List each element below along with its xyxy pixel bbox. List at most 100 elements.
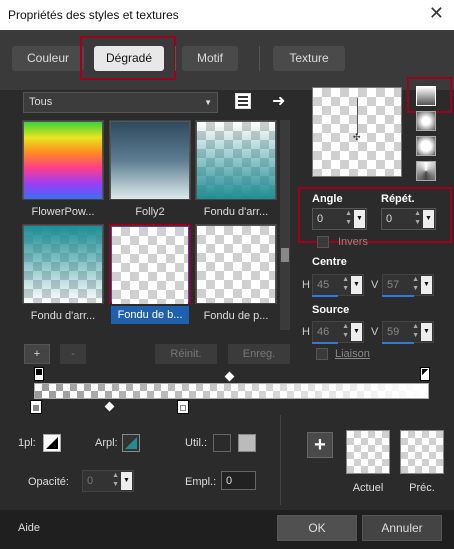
top-stop-right[interactable] — [420, 367, 430, 381]
tab-couleur[interactable]: Couleur — [12, 46, 84, 71]
arpl-color-swatch[interactable] — [122, 434, 140, 452]
gradient-grid: FlowerPow... Folly2 Fondu d'arr... Fondu… — [22, 120, 277, 330]
chevron-down-icon[interactable]: ▼ — [342, 285, 349, 292]
util-label: Util.: — [185, 437, 207, 449]
empl-label: Empl.: — [185, 476, 217, 488]
linear-type-icon[interactable] — [416, 86, 436, 106]
chevron-down-icon[interactable]: ▼ — [412, 332, 419, 339]
center-v-value: 57 — [387, 279, 400, 291]
center-v-stepper[interactable]: 57 ▲ ▼ ▼ — [382, 274, 434, 296]
gradient-tile[interactable]: FlowerPow... — [22, 120, 104, 218]
footer: Aide OK Annuler — [0, 510, 454, 549]
gradient-label: Fondu de b... — [111, 306, 189, 324]
chevron-down-icon[interactable]: ▼ — [354, 210, 365, 228]
chevron-up-icon[interactable]: ▲ — [345, 210, 352, 217]
scrollbar-thumb[interactable] — [281, 248, 289, 262]
divider — [280, 415, 281, 505]
invert-label: Invers — [338, 236, 368, 248]
sunburst-type-icon[interactable] — [416, 161, 436, 181]
source-v-slider[interactable] — [382, 342, 414, 344]
tab-bar: Couleur Dégradé Motif Texture — [0, 30, 454, 90]
chevron-up-icon[interactable]: ▲ — [412, 276, 419, 283]
center-h-stepper[interactable]: 45 ▲ ▼ ▼ — [312, 274, 364, 296]
previous-preview[interactable] — [400, 430, 444, 474]
chevron-up-icon[interactable]: ▲ — [342, 323, 349, 330]
angle-stepper[interactable]: 0 ▲ ▼ ▼ — [312, 208, 367, 230]
chevron-down-icon[interactable]: ▼ — [342, 332, 349, 339]
tab-degrade[interactable]: Dégradé — [94, 46, 164, 71]
opacity-label: Opacité: — [28, 476, 69, 488]
rectangular-type-icon[interactable] — [416, 111, 436, 131]
gradient-tile[interactable]: Folly2 — [109, 120, 191, 218]
grid-scrollbar[interactable] — [280, 120, 290, 330]
radial-type-icon[interactable] — [416, 136, 436, 156]
bottom-stop-right[interactable] — [177, 400, 189, 414]
chevron-up-icon[interactable]: ▲ — [342, 276, 349, 283]
source-v-stepper[interactable]: 59 ▲ ▼ ▼ — [382, 321, 434, 343]
ok-button[interactable]: OK — [277, 515, 357, 541]
source-h-slider[interactable] — [312, 342, 338, 344]
util-swatch-2[interactable] — [238, 434, 256, 452]
add-gradient-button[interactable]: + — [24, 344, 50, 364]
center-h-slider[interactable] — [312, 295, 338, 297]
opacity-stepper[interactable]: 0 ▲ ▼ ▼ — [82, 470, 134, 492]
gradient-tile[interactable]: Fondu d'arr... — [195, 120, 277, 218]
source-v-label: V — [371, 326, 379, 338]
gradient-preview-large[interactable]: ✣ — [312, 87, 402, 177]
chevron-up-icon[interactable]: ▲ — [414, 210, 421, 217]
gradient-tile[interactable]: Fondu de p... — [195, 224, 277, 322]
chevron-down-icon[interactable]: ▼ — [345, 219, 352, 226]
chevron-down-icon[interactable]: ▼ — [351, 323, 362, 341]
save-button[interactable]: Enreg. — [228, 344, 290, 364]
remove-gradient-button[interactable]: - — [60, 344, 86, 364]
center-h-value: 45 — [317, 279, 330, 291]
pl-color-swatch[interactable] — [43, 434, 61, 452]
chevron-down-icon[interactable]: ▼ — [421, 323, 432, 341]
source-h-stepper[interactable]: 46 ▲ ▼ ▼ — [312, 321, 364, 343]
tab-texture[interactable]: Texture — [273, 46, 345, 71]
arrow-right-icon[interactable]: ➜ — [272, 91, 285, 111]
close-icon[interactable]: ✕ — [429, 3, 444, 24]
link-checkbox[interactable] — [316, 348, 328, 360]
empl-field[interactable]: 0 — [221, 471, 256, 490]
help-link[interactable]: Aide — [18, 522, 40, 534]
browse-icon[interactable] — [235, 93, 251, 109]
current-preview[interactable] — [346, 430, 390, 474]
add-to-swatches-button[interactable]: + — [307, 432, 333, 458]
center-label: Centre — [312, 256, 347, 268]
tab-divider — [175, 46, 176, 71]
chevron-down-icon[interactable]: ▼ — [121, 472, 132, 490]
chevron-down-icon[interactable]: ▼ — [112, 481, 119, 488]
current-label: Actuel — [352, 482, 384, 494]
chevron-up-icon[interactable]: ▲ — [412, 323, 419, 330]
chevron-up-icon[interactable]: ▲ — [112, 472, 119, 479]
cancel-button[interactable]: Annuler — [362, 515, 442, 541]
chevron-down-icon: ▼ — [204, 98, 212, 107]
tab-divider — [259, 46, 260, 71]
gradient-preview — [112, 227, 188, 304]
chevron-down-icon[interactable]: ▼ — [412, 285, 419, 292]
gradient-tile-selected[interactable]: Fondu de b... — [109, 224, 191, 324]
bottom-stop-left[interactable] — [30, 400, 42, 414]
repeat-stepper[interactable]: 0 ▲ ▼ ▼ — [381, 208, 436, 230]
chevron-down-icon[interactable]: ▼ — [351, 276, 362, 294]
gradient-bar[interactable] — [34, 383, 429, 399]
source-v-value: 59 — [387, 326, 400, 338]
chevron-down-icon[interactable]: ▼ — [423, 210, 434, 228]
chevron-down-icon[interactable]: ▼ — [414, 219, 421, 226]
center-v-slider[interactable] — [382, 295, 414, 297]
reset-button[interactable]: Réinit. — [155, 344, 217, 364]
invert-checkbox[interactable] — [317, 236, 329, 248]
window-title: Propriétés des styles et textures — [8, 8, 179, 22]
gradient-preview — [24, 122, 102, 199]
util-swatch-1[interactable] — [213, 434, 231, 452]
top-stop-left[interactable] — [34, 367, 44, 381]
gradient-tile[interactable]: Fondu d'arr... — [22, 224, 104, 322]
category-dropdown[interactable]: Tous ▼ — [23, 92, 218, 113]
center-marker-icon[interactable]: ✣ — [353, 132, 361, 143]
previous-label: Préc. — [409, 482, 435, 494]
gradient-label: Folly2 — [135, 206, 165, 218]
angle-label: Angle — [312, 193, 343, 205]
chevron-down-icon[interactable]: ▼ — [421, 276, 432, 294]
tab-motif[interactable]: Motif — [182, 46, 238, 71]
